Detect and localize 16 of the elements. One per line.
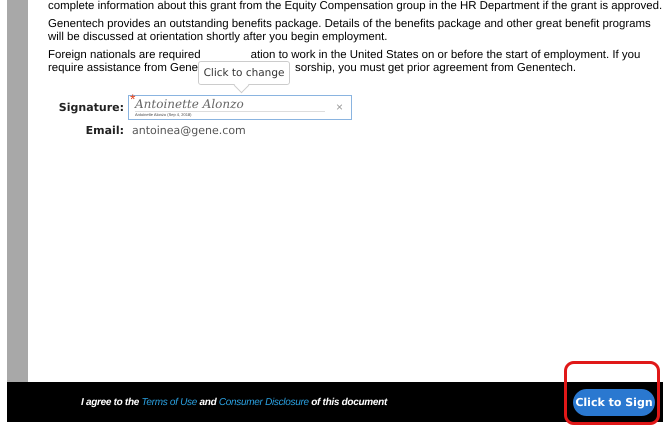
paragraph: Genentech provides an outstanding benefits package. Details of the benefits package and other great benefit programs will be discussed at orientation shortly after you begin employment.	[48, 18, 652, 44]
signature-text: Antoinette Alonzo	[135, 98, 325, 112]
paragraph: complete information about this grant from the Equity Compensation group in the HR Department if the grant is approved.	[48, 0, 663, 13]
paragraph-fragment: sorship, you must get prior agreement from Genentech.	[295, 62, 576, 75]
paragraph-fragment: require assistance from Gene	[48, 62, 198, 75]
paragraph-fragment: Foreign nationals are required	[48, 49, 201, 62]
required-mark: *	[130, 93, 136, 106]
disclosure-link[interactable]: Consumer Disclosure	[218, 396, 309, 408]
email-value: antoinea@gene.com	[132, 124, 246, 137]
sign-button[interactable]: Click to Sign	[573, 388, 655, 416]
paragraph-fragment: ation to work in the United States on or before the start of employment. If you	[250, 49, 640, 62]
email-label: Email:	[84, 124, 124, 137]
tooltip: Click to change	[198, 61, 290, 85]
agreement-text: I agree to the Terms of Use and Consumer Disclosure of this document	[81, 396, 387, 408]
terms-link[interactable]: Terms of Use	[142, 396, 198, 408]
signature-label: Signature:	[58, 101, 124, 114]
